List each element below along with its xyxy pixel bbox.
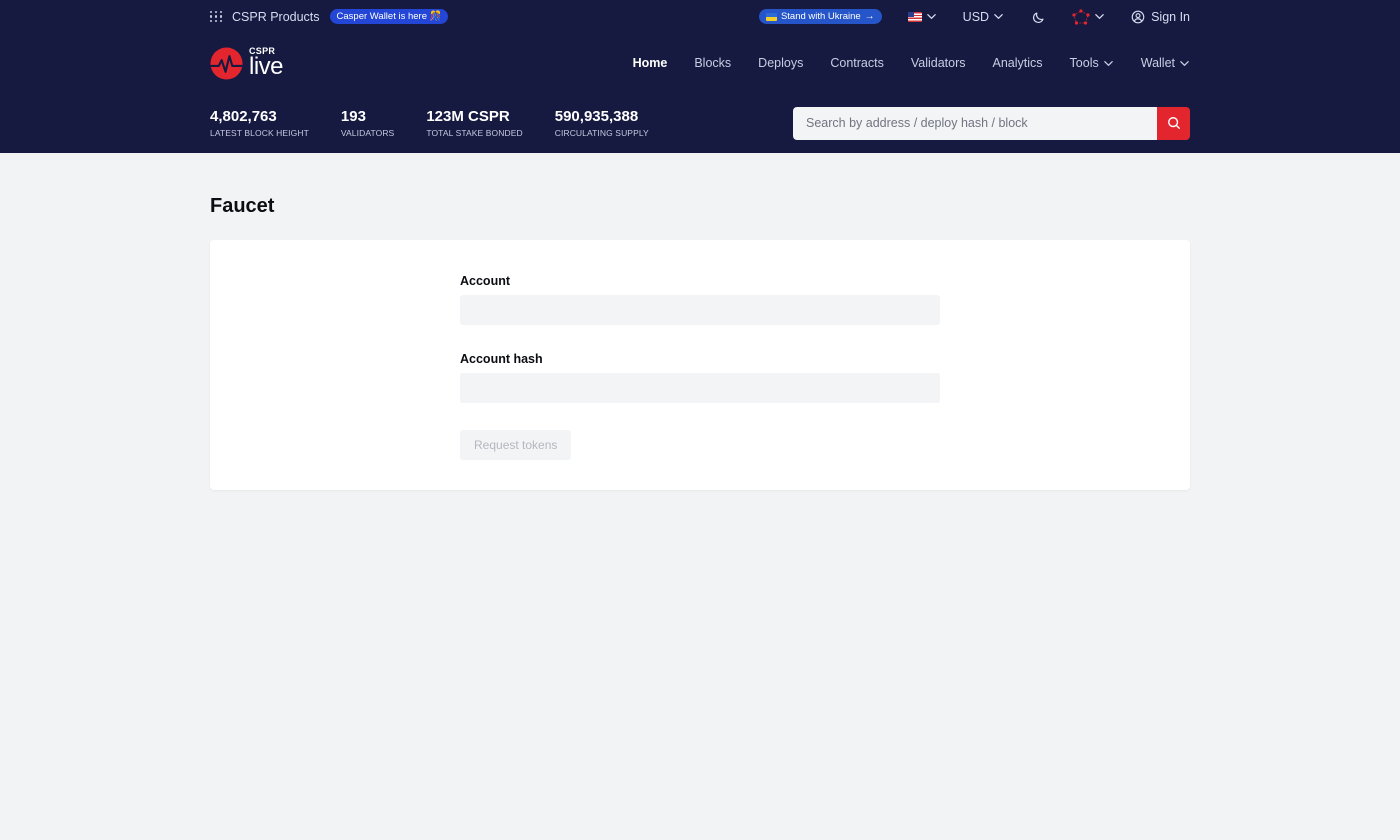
us-flag-icon [907,11,922,22]
account-hash-field: Account hash [460,352,940,403]
account-hash-label: Account hash [460,352,543,366]
nav-validators[interactable]: Validators [911,56,966,70]
nav-deploys[interactable]: Deploys [758,56,803,70]
account-label: Account [460,274,510,288]
currency-label: USD [962,9,990,24]
search-input[interactable] [793,106,1157,140]
moon-icon [1033,11,1044,23]
nav-tools[interactable]: Tools [1070,56,1114,70]
nav-analytics[interactable]: Analytics [993,56,1043,70]
stat-block-height: 4,802,763 LATEST BLOCK HEIGHT [210,108,309,138]
search-icon [1167,117,1180,129]
main-nav-row: CSPR live Home Blocks Deploys Contracts … [210,33,1190,93]
casper-wallet-badge[interactable]: Casper Wallet is here 🎊 [329,9,449,24]
account-input[interactable] [460,295,940,325]
arrow-right-icon: → [864,11,875,22]
account-field: Account [460,274,940,325]
nav-home[interactable]: Home [633,56,668,70]
search-button[interactable] [1157,106,1190,140]
page-title: Faucet [210,195,275,217]
network-selector[interactable] [1072,8,1105,25]
casper-network-icon [1072,8,1090,25]
stat-validators: 193 VALIDATORS [340,108,395,138]
faucet-form: Account Account hash Request tokens [460,274,940,460]
cspr-logo-icon [210,46,243,80]
cspr-products-link[interactable]: CSPR Products [232,10,320,24]
apps-grid-icon[interactable] [210,10,222,23]
stats-row: 4,802,763 LATEST BLOCK HEIGHT 193 VALIDA… [210,93,1190,153]
faucet-card: Account Account hash Request tokens [210,240,1190,490]
top-bar: CSPR Products Casper Wallet is here 🎊 St… [210,0,1190,33]
stand-with-ukraine-button[interactable]: Stand with Ukraine → [758,9,882,24]
stat-circulating-supply: 590,935,388 CIRCULATING SUPPLY [554,108,649,138]
logo-big-text: live [249,53,284,80]
search-bar [793,106,1190,140]
ukraine-label: Stand with Ukraine [780,11,861,22]
nav-wallet[interactable]: Wallet [1141,56,1190,70]
ukraine-flag-icon [765,12,777,21]
chevron-down-icon [926,14,936,19]
sign-in-button[interactable]: Sign In [1131,10,1190,24]
chevron-down-icon [994,14,1003,19]
nav-blocks[interactable]: Blocks [694,56,731,70]
chevron-down-icon [1103,60,1113,66]
currency-selector[interactable]: USD [963,10,1004,24]
chevron-down-icon [1180,60,1189,66]
site-header: CSPR Products Casper Wallet is here 🎊 St… [0,0,1400,153]
sign-in-label: Sign In [1151,9,1190,24]
account-hash-input[interactable] [460,373,940,403]
theme-toggle[interactable] [1032,10,1046,24]
user-circle-icon [1131,10,1145,23]
language-selector[interactable] [907,11,937,22]
chevron-down-icon [1095,14,1104,19]
nav-contracts[interactable]: Contracts [830,56,884,70]
request-tokens-button[interactable]: Request tokens [460,430,572,460]
network-stats: 4,802,763 LATEST BLOCK HEIGHT 193 VALIDA… [210,108,649,138]
main-nav: Home Blocks Deploys Contracts Validators… [633,56,1190,70]
stat-total-stake: 123M CSPR TOTAL STAKE BONDED [426,108,523,138]
cspr-live-logo[interactable]: CSPR live [210,46,284,80]
